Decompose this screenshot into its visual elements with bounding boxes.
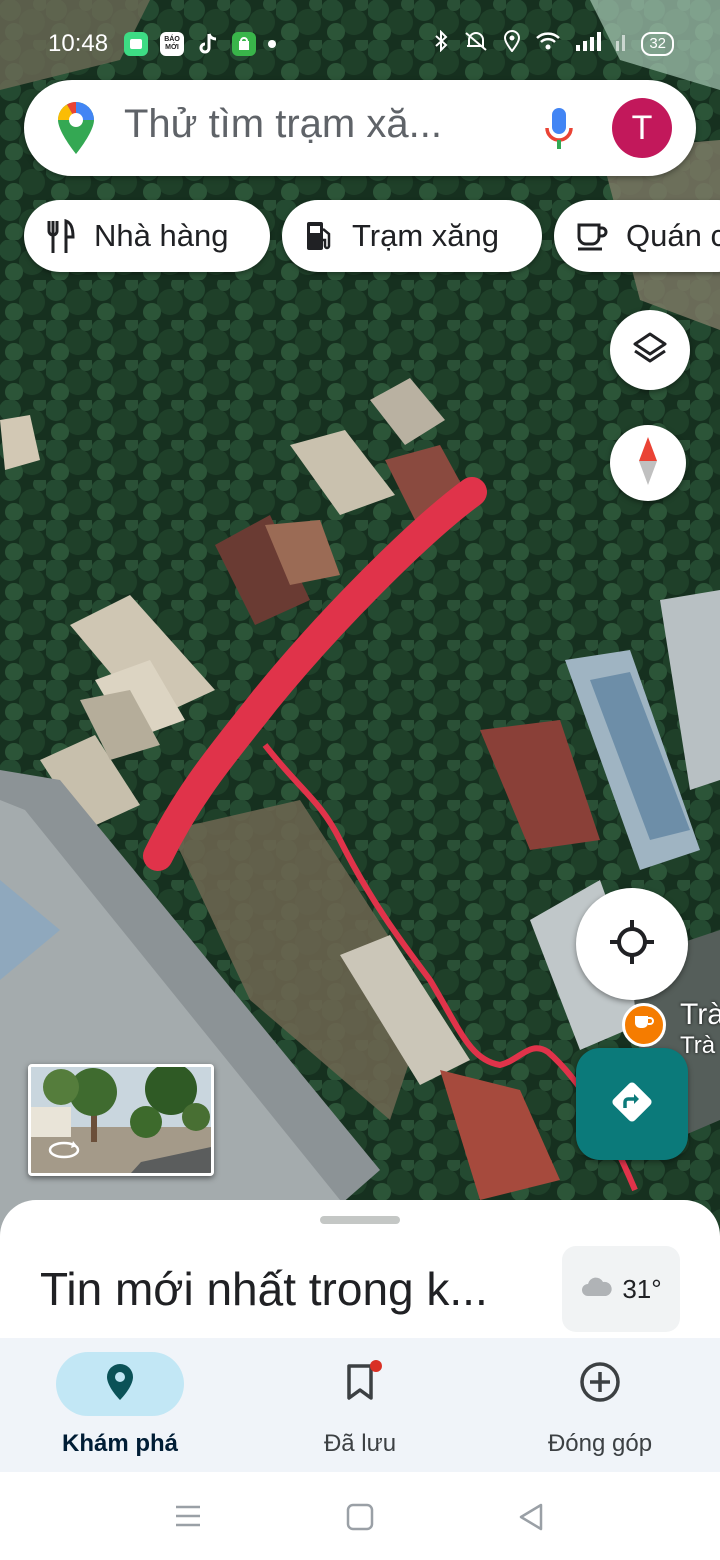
my-location-button[interactable]: [576, 888, 688, 1000]
cloud-icon: [580, 1274, 614, 1305]
nav-saved[interactable]: Đã lưu: [240, 1352, 480, 1458]
chip-label: Nhà hàng: [94, 218, 229, 253]
wifi-icon: [535, 31, 561, 57]
directions-button[interactable]: [576, 1048, 688, 1160]
bao-moi-icon: BÁO MỚI: [160, 32, 184, 56]
microphone-icon[interactable]: [544, 106, 574, 157]
poi-label[interactable]: Trà Trà: [680, 998, 720, 1060]
menu-icon[interactable]: [174, 1504, 202, 1533]
street-view-thumbnail[interactable]: [28, 1064, 214, 1176]
layers-icon: [632, 330, 668, 371]
nav-label: Đã lưu: [323, 1430, 397, 1457]
chip-label: Quán c: [626, 218, 720, 253]
notification-dot: [268, 40, 276, 48]
gas-station-icon: [304, 219, 334, 253]
nav-label: Khám phá: [61, 1430, 178, 1457]
nav-contribute[interactable]: Đóng góp: [480, 1352, 720, 1458]
notification-badge: [370, 1360, 382, 1372]
poi-name: Trà: [680, 998, 720, 1031]
poi-subtitle: Trà: [680, 1032, 716, 1059]
coffee-icon: [576, 221, 608, 251]
rotate-360-icon: [47, 1139, 81, 1166]
google-maps-logo-icon: [56, 100, 96, 161]
add-circle-icon: [579, 1361, 621, 1408]
chip-restaurants[interactable]: Nhà hàng: [24, 200, 270, 272]
my-location-icon: [608, 918, 656, 971]
chip-gas-stations[interactable]: Trạm xăng: [282, 200, 542, 272]
nav-label: Đóng góp: [547, 1430, 653, 1457]
sheet-drag-handle[interactable]: [320, 1216, 400, 1224]
status-time: 10:48: [48, 30, 109, 57]
bluetooth-icon: [433, 29, 449, 58]
nav-explore[interactable]: Khám phá: [0, 1352, 240, 1458]
directions-icon: [610, 1080, 654, 1129]
compass-icon: [635, 435, 661, 492]
weather-chip[interactable]: 31°: [562, 1246, 680, 1332]
back-icon[interactable]: [518, 1502, 544, 1537]
chip-coffee[interactable]: Quán c: [554, 200, 720, 272]
tiktok-icon: [196, 32, 220, 56]
weather-temp: 31°: [622, 1273, 662, 1304]
search-input[interactable]: Thử tìm trạm xă...: [124, 102, 442, 147]
status-bar: 10:48 BÁO MỚI 32: [0, 0, 720, 90]
sheet-title: Tin mới nhất trong k...: [40, 1263, 488, 1315]
app-icon: [124, 32, 148, 56]
nav-explore-indicator: [56, 1352, 184, 1416]
bottom-sheet[interactable]: Tin mới nhất trong k... 31°: [0, 1200, 720, 1360]
poi-marker[interactable]: [622, 1003, 666, 1047]
signal-icon: [575, 31, 602, 57]
home-icon[interactable]: [346, 1503, 374, 1536]
store-icon: [232, 32, 256, 56]
nav-contribute-indicator: [536, 1352, 664, 1416]
nav-saved-indicator: [296, 1352, 424, 1416]
chip-label: Trạm xăng: [352, 218, 500, 253]
location-icon: [503, 30, 521, 58]
bottom-navigation: Khám phá Đã lưu Đóng góp: [0, 1338, 720, 1472]
restaurant-icon: [46, 219, 76, 253]
compass-button[interactable]: [610, 425, 686, 501]
system-navigation-bar: [0, 1472, 720, 1560]
battery-indicator: 32: [641, 32, 674, 56]
signal-icon-2: [615, 31, 627, 57]
account-avatar[interactable]: T: [612, 98, 672, 158]
search-bar[interactable]: Thử tìm trạm xă... T: [24, 80, 696, 176]
mute-icon: [463, 30, 489, 58]
coffee-icon: [633, 1013, 655, 1038]
explore-pin-icon: [105, 1362, 135, 1407]
layers-button[interactable]: [610, 310, 690, 390]
